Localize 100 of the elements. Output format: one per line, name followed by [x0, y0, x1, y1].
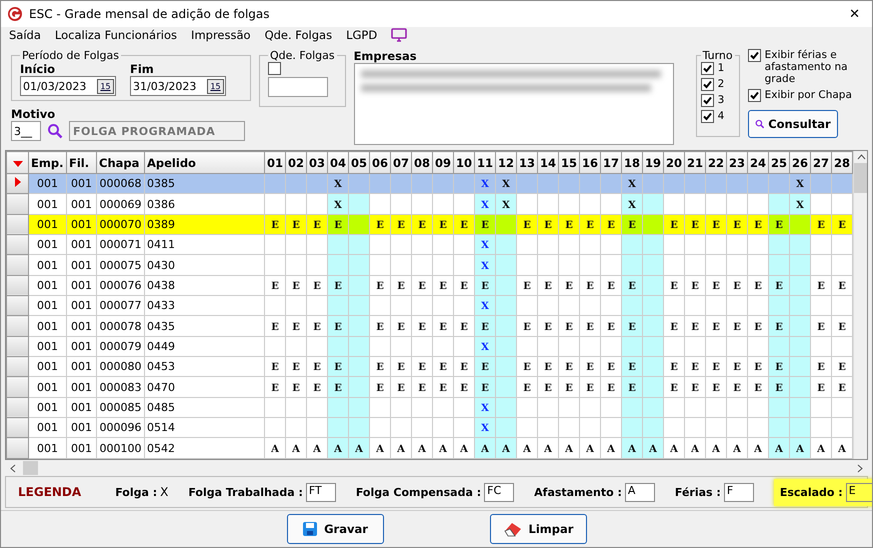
- day-cell[interactable]: [432, 336, 454, 357]
- day-cell[interactable]: [642, 356, 664, 377]
- day-cell[interactable]: E: [726, 316, 748, 336]
- column-header[interactable]: 04: [328, 152, 348, 174]
- day-cell[interactable]: [348, 174, 370, 194]
- day-cell[interactable]: [558, 254, 580, 276]
- menu-item[interactable]: Impressão: [191, 28, 251, 42]
- day-cell[interactable]: [306, 254, 328, 276]
- day-cell[interactable]: E: [726, 214, 748, 235]
- day-cell[interactable]: A: [412, 438, 432, 458]
- day-cell[interactable]: X: [474, 397, 496, 418]
- day-cell[interactable]: [348, 356, 370, 377]
- day-cell[interactable]: E: [474, 376, 496, 398]
- day-cell[interactable]: [412, 254, 432, 276]
- day-cell[interactable]: E: [664, 214, 684, 235]
- scroll-thumb[interactable]: [854, 163, 867, 193]
- day-cell[interactable]: [432, 397, 454, 418]
- day-cell[interactable]: [790, 254, 810, 276]
- day-cell[interactable]: E: [412, 214, 432, 235]
- day-cell[interactable]: [684, 397, 706, 418]
- column-header[interactable]: 09: [432, 152, 454, 174]
- day-cell[interactable]: E: [768, 376, 790, 398]
- day-cell[interactable]: [538, 194, 558, 214]
- day-cell[interactable]: [328, 234, 348, 255]
- day-cell[interactable]: A: [748, 438, 768, 458]
- day-cell[interactable]: [600, 397, 622, 418]
- day-cell[interactable]: E: [286, 275, 306, 296]
- day-cell[interactable]: [328, 296, 348, 316]
- day-cell[interactable]: E: [748, 316, 768, 336]
- day-cell[interactable]: [768, 174, 790, 194]
- day-cell[interactable]: E: [622, 356, 642, 377]
- day-cell[interactable]: E: [286, 356, 306, 377]
- day-cell[interactable]: E: [412, 316, 432, 336]
- day-cell[interactable]: [454, 254, 474, 276]
- day-cell[interactable]: [706, 296, 726, 316]
- day-cell[interactable]: E: [748, 376, 768, 398]
- day-cell[interactable]: [496, 418, 516, 438]
- row-indicator[interactable]: [6, 438, 28, 458]
- day-cell[interactable]: [600, 296, 622, 316]
- day-cell[interactable]: E: [558, 275, 580, 296]
- day-cell[interactable]: [370, 397, 390, 418]
- day-cell[interactable]: E: [306, 214, 328, 235]
- day-cell[interactable]: [286, 254, 306, 276]
- day-cell[interactable]: E: [748, 275, 768, 296]
- day-cell[interactable]: E: [706, 356, 726, 377]
- day-cell[interactable]: [622, 296, 642, 316]
- day-cell[interactable]: [748, 336, 768, 357]
- day-cell[interactable]: X: [474, 234, 496, 255]
- day-cell[interactable]: X: [474, 418, 496, 438]
- day-cell[interactable]: E: [706, 376, 726, 398]
- menu-item[interactable]: Saída: [9, 28, 41, 42]
- day-cell[interactable]: [538, 174, 558, 194]
- day-cell[interactable]: [348, 418, 370, 438]
- day-cell[interactable]: E: [390, 275, 412, 296]
- day-cell[interactable]: E: [558, 316, 580, 336]
- day-cell[interactable]: [706, 336, 726, 357]
- day-cell[interactable]: [790, 296, 810, 316]
- day-cell[interactable]: [726, 336, 748, 357]
- action-button[interactable]: Limpar: [490, 514, 586, 544]
- day-cell[interactable]: [748, 254, 768, 276]
- day-cell[interactable]: E: [328, 376, 348, 398]
- day-cell[interactable]: [642, 234, 664, 255]
- day-cell[interactable]: [642, 376, 664, 398]
- day-cell[interactable]: [516, 418, 538, 438]
- day-cell[interactable]: [726, 194, 748, 214]
- column-header[interactable]: 06: [370, 152, 390, 174]
- day-cell[interactable]: E: [454, 275, 474, 296]
- day-cell[interactable]: [538, 418, 558, 438]
- column-header[interactable]: 17: [600, 152, 622, 174]
- day-cell[interactable]: [790, 336, 810, 357]
- row-indicator[interactable]: [6, 397, 28, 418]
- day-cell[interactable]: [558, 234, 580, 255]
- day-cell[interactable]: [768, 254, 790, 276]
- day-cell[interactable]: E: [810, 376, 832, 398]
- day-cell[interactable]: [286, 194, 306, 214]
- day-cell[interactable]: [496, 336, 516, 357]
- day-cell[interactable]: [642, 336, 664, 357]
- day-cell[interactable]: E: [432, 356, 454, 377]
- column-header[interactable]: 12: [496, 152, 516, 174]
- day-cell[interactable]: [286, 336, 306, 357]
- day-cell[interactable]: [306, 418, 328, 438]
- day-cell[interactable]: E: [516, 275, 538, 296]
- day-cell[interactable]: E: [622, 214, 642, 235]
- day-cell[interactable]: X: [474, 194, 496, 214]
- day-cell[interactable]: [328, 418, 348, 438]
- day-cell[interactable]: [580, 174, 600, 194]
- column-header[interactable]: 18: [622, 152, 642, 174]
- day-cell[interactable]: E: [580, 356, 600, 377]
- day-cell[interactable]: [726, 234, 748, 255]
- day-cell[interactable]: [496, 397, 516, 418]
- day-cell[interactable]: [496, 376, 516, 398]
- day-cell[interactable]: [558, 194, 580, 214]
- calendar-button[interactable]: 15: [207, 78, 224, 94]
- day-cell[interactable]: [328, 397, 348, 418]
- day-cell[interactable]: E: [370, 376, 390, 398]
- day-cell[interactable]: [348, 275, 370, 296]
- column-header[interactable]: 14: [538, 152, 558, 174]
- day-cell[interactable]: [496, 275, 516, 296]
- day-cell[interactable]: E: [454, 356, 474, 377]
- day-cell[interactable]: E: [306, 316, 328, 336]
